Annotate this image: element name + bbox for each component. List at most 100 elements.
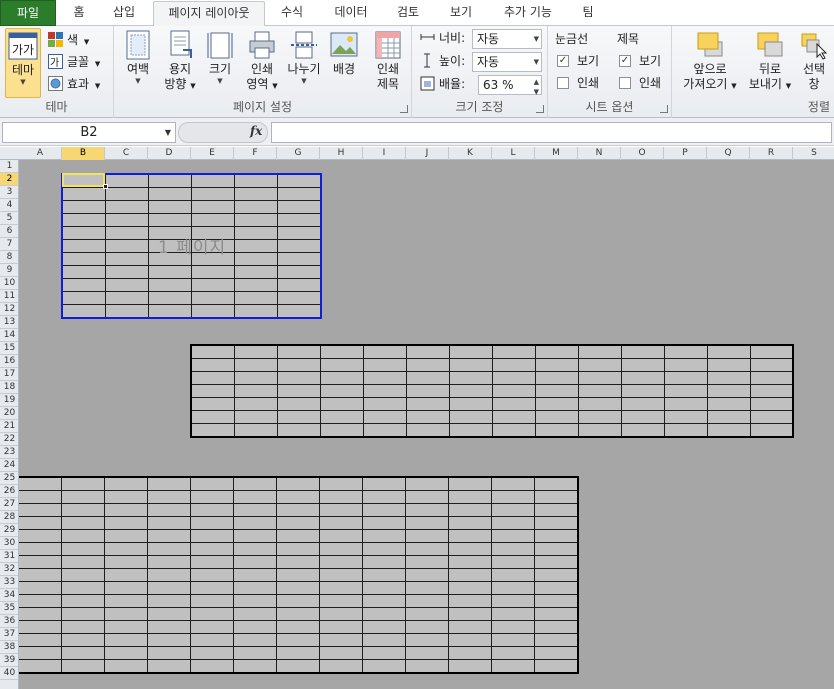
chevron-down-icon[interactable]: ▼ (165, 123, 171, 142)
row-header-12[interactable]: 12 (0, 303, 18, 316)
tab-insert[interactable]: 삽입 (104, 1, 144, 26)
headings-view-checkbox[interactable]: ✓ 보기 (619, 51, 661, 71)
formula-input[interactable] (271, 122, 832, 143)
insert-function-icon[interactable]: fx (250, 124, 262, 138)
row-header-2[interactable]: 2 (0, 173, 18, 186)
tab-data[interactable]: 데이터 (326, 1, 376, 26)
scale-spinner[interactable]: 63 % ▲ ▼ (478, 75, 542, 96)
row-header-38[interactable]: 38 (0, 641, 18, 654)
column-header-a[interactable]: A (19, 147, 62, 160)
column-header-s[interactable]: S (793, 147, 834, 160)
row-header-4[interactable]: 4 (0, 199, 18, 212)
row-header-13[interactable]: 13 (0, 316, 18, 329)
tab-addins[interactable]: 추가 기능 (496, 1, 560, 26)
column-header-b[interactable]: B (62, 147, 105, 160)
width-dropdown[interactable]: 자동 ▼ (472, 29, 542, 49)
send-backward-button[interactable]: 뒤로 보내기 ▼ (744, 30, 796, 94)
column-header-g[interactable]: G (277, 147, 320, 160)
size-button[interactable]: 크기 ▼ (202, 30, 238, 86)
name-box[interactable]: B2 ▼ (2, 122, 176, 143)
dialog-launcher-icon[interactable] (536, 105, 544, 113)
row-header-5[interactable]: 5 (0, 212, 18, 225)
height-dropdown[interactable]: 자동 ▼ (472, 52, 542, 72)
margins-button[interactable]: 여백 ▼ (118, 30, 158, 86)
row-header-15[interactable]: 15 (0, 342, 18, 355)
column-header-i[interactable]: I (363, 147, 406, 160)
row-header-39[interactable]: 39 (0, 654, 18, 667)
background-button[interactable]: 배경 (326, 30, 362, 77)
row-header-27[interactable]: 27 (0, 498, 18, 511)
row-header-24[interactable]: 24 (0, 459, 18, 472)
row-header-17[interactable]: 17 (0, 368, 18, 381)
row-header-37[interactable]: 37 (0, 628, 18, 641)
row-header-10[interactable]: 10 (0, 277, 18, 290)
print-area-button[interactable]: 인쇄 영역 ▼ (242, 30, 282, 94)
column-header-n[interactable]: N (578, 147, 621, 160)
active-cell-b2[interactable] (62, 173, 105, 187)
bring-forward-button[interactable]: 앞으로 가져오기 ▼ (678, 30, 742, 94)
column-header-h[interactable]: H (320, 147, 363, 160)
column-header-m[interactable]: M (535, 147, 578, 160)
row-header-19[interactable]: 19 (0, 394, 18, 407)
row-header-34[interactable]: 34 (0, 589, 18, 602)
tab-page-layout[interactable]: 페이지 레이아웃 (153, 1, 265, 27)
row-header-6[interactable]: 6 (0, 225, 18, 238)
tab-team[interactable]: 팀 (571, 1, 605, 26)
tab-review[interactable]: 검토 (388, 1, 428, 26)
column-header-o[interactable]: O (621, 147, 664, 160)
row-header-14[interactable]: 14 (0, 329, 18, 342)
row-header-16[interactable]: 16 (0, 355, 18, 368)
fill-handle[interactable] (103, 184, 108, 189)
row-header-20[interactable]: 20 (0, 407, 18, 420)
row-header-28[interactable]: 28 (0, 511, 18, 524)
row-header-25[interactable]: 25 (0, 472, 18, 485)
row-header-22[interactable]: 22 (0, 433, 18, 446)
theme-effects-button[interactable]: 효과 ▼ (48, 74, 100, 94)
dialog-launcher-icon[interactable] (660, 105, 668, 113)
theme-colors-button[interactable]: 색 ▼ (48, 30, 89, 50)
row-header-1[interactable]: 1 (0, 160, 18, 173)
worksheet-page-break-preview[interactable]: 1 페이지 (19, 160, 834, 689)
column-header-p[interactable]: P (664, 147, 707, 160)
column-header-d[interactable]: D (148, 147, 191, 160)
row-header-18[interactable]: 18 (0, 381, 18, 394)
row-header-32[interactable]: 32 (0, 563, 18, 576)
breaks-button[interactable]: 나누기 ▼ (284, 30, 324, 86)
row-header-23[interactable]: 23 (0, 446, 18, 459)
row-header-36[interactable]: 36 (0, 615, 18, 628)
headings-print-checkbox[interactable]: 인쇄 (619, 73, 661, 93)
column-header-j[interactable]: J (406, 147, 449, 160)
row-header-21[interactable]: 21 (0, 420, 18, 433)
column-header-l[interactable]: L (492, 147, 535, 160)
row-header-3[interactable]: 3 (0, 186, 18, 199)
tab-home[interactable]: 홈 (62, 1, 96, 26)
row-header-30[interactable]: 30 (0, 537, 18, 550)
row-header-8[interactable]: 8 (0, 251, 18, 264)
gridlines-view-checkbox[interactable]: ✓ 보기 (557, 51, 599, 71)
row-header-40[interactable]: 40 (0, 667, 18, 680)
row-header-35[interactable]: 35 (0, 602, 18, 615)
print-titles-button[interactable]: 인쇄 제목 (368, 30, 408, 92)
orientation-button[interactable]: 용지 방향 ▼ (160, 30, 200, 94)
dialog-launcher-icon[interactable] (400, 105, 408, 113)
row-header-11[interactable]: 11 (0, 290, 18, 303)
column-header-k[interactable]: K (449, 147, 492, 160)
themes-button[interactable]: 가가 테마 ▼ (5, 28, 41, 98)
selection-pane-button[interactable]: 선택 창 (796, 30, 832, 92)
row-header-31[interactable]: 31 (0, 550, 18, 563)
row-header-7[interactable]: 7 (0, 238, 18, 251)
gridlines-print-checkbox[interactable]: 인쇄 (557, 73, 599, 93)
row-header-29[interactable]: 29 (0, 524, 18, 537)
theme-fonts-button[interactable]: 가 글꼴 ▼ (48, 52, 100, 72)
column-header-r[interactable]: R (750, 147, 793, 160)
column-header-q[interactable]: Q (707, 147, 750, 160)
tab-file[interactable]: 파일 (0, 0, 56, 26)
row-header-9[interactable]: 9 (0, 264, 18, 277)
row-header-26[interactable]: 26 (0, 485, 18, 498)
tab-formulas[interactable]: 수식 (272, 1, 312, 26)
tab-view[interactable]: 보기 (441, 1, 481, 26)
row-header-33[interactable]: 33 (0, 576, 18, 589)
column-header-f[interactable]: F (234, 147, 277, 160)
column-header-c[interactable]: C (105, 147, 148, 160)
column-header-e[interactable]: E (191, 147, 234, 160)
